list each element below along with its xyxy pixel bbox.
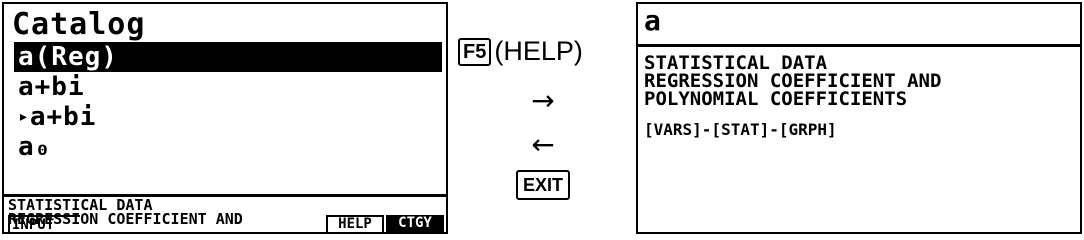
help-key-path: [VARS]-[STAT]-[GRPH]	[644, 120, 837, 139]
f5-help-instruction: F5 (HELP)	[458, 36, 583, 67]
exit-key: EXIT	[515, 170, 570, 200]
help-function-key[interactable]: HELP	[326, 215, 384, 232]
arrow-right-icon: →	[531, 84, 555, 117]
function-key-bar: INPUT HELP CTGY	[4, 215, 446, 232]
catalog-item-to-a-plus-bi[interactable]: ▸a+bi	[14, 102, 442, 132]
catalog-item-a-zero[interactable]: a₀	[14, 132, 442, 162]
input-function-key[interactable]: INPUT	[8, 215, 80, 232]
arrow-left-icon: ←	[531, 128, 555, 161]
divider	[638, 44, 1080, 47]
help-description-line: POLYNOMIAL COEFFICIENTS	[644, 88, 908, 110]
navigation-instructions: F5 (HELP) → ← EXIT	[450, 0, 636, 240]
triangle-right-icon: ▸	[18, 106, 30, 127]
catalog-item-a-reg[interactable]: a(Reg)	[14, 42, 442, 72]
catalog-item-label: a(Reg)	[18, 42, 118, 72]
catalog-item-label: a+bi	[18, 72, 85, 102]
help-description: STATISTICAL DATA REGRESSION COEFFICIENT …	[644, 54, 941, 110]
catalog-title: Catalog	[12, 7, 146, 42]
catalog-item-a-plus-bi[interactable]: a+bi	[14, 72, 442, 102]
catalog-list: a(Reg) a+bi ▸a+bi a₀	[14, 42, 442, 162]
help-screen: a STATISTICAL DATA REGRESSION COEFFICIEN…	[636, 2, 1082, 234]
category-function-key[interactable]: CTGY	[386, 215, 444, 232]
catalog-screen: Catalog a(Reg) a+bi ▸a+bi a₀ STATISTICAL…	[2, 2, 448, 234]
exit-instruction: EXIT	[450, 170, 636, 200]
help-title: a	[644, 4, 661, 37]
catalog-item-label: a₀	[18, 132, 52, 162]
f5-key: F5	[458, 38, 492, 66]
catalog-item-label: a+bi	[29, 102, 97, 132]
help-label: (HELP)	[494, 36, 583, 66]
